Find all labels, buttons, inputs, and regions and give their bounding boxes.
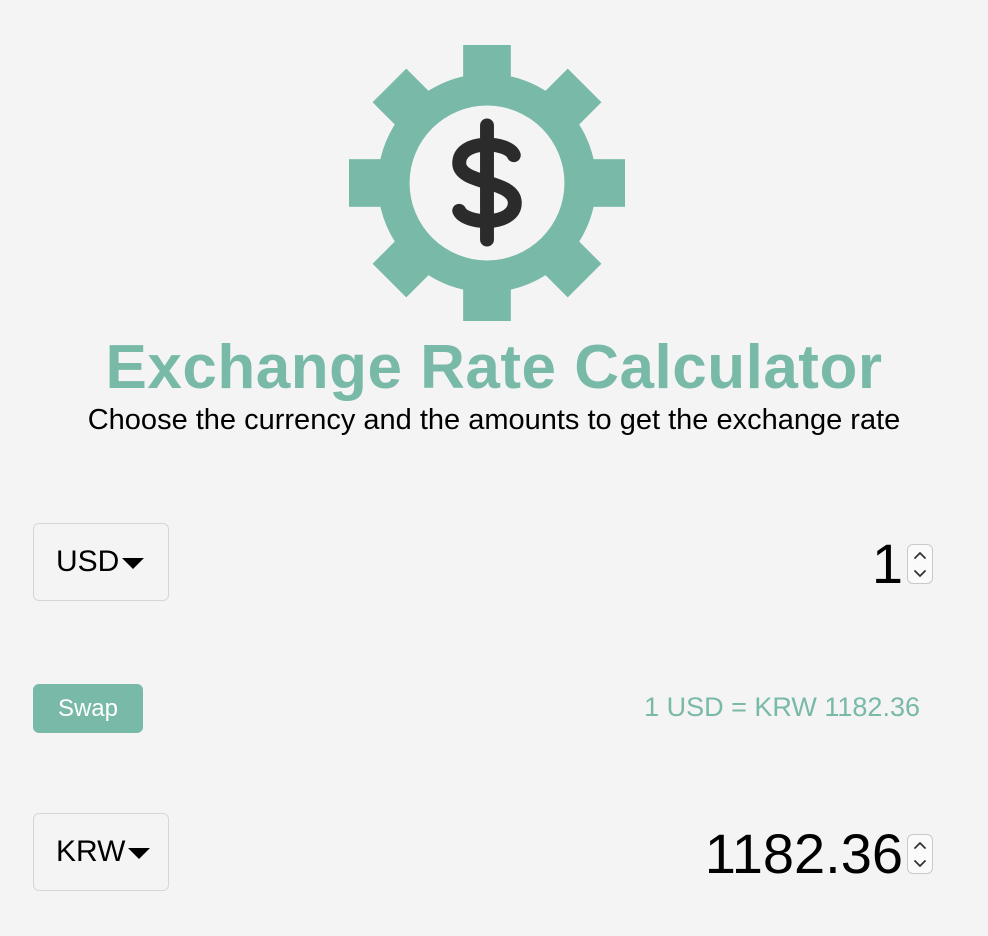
caret-down-icon — [128, 847, 151, 859]
page-title: Exchange Rate Calculator — [105, 333, 883, 402]
amount-two-stepper[interactable] — [907, 834, 933, 874]
exchange-rate-app: Exchange Rate Calculator Choose the curr… — [0, 0, 988, 936]
amount-one-stepper[interactable] — [907, 544, 933, 584]
gear-dollar-icon — [348, 44, 626, 322]
amount-two-input[interactable]: 1182.36 — [705, 826, 933, 882]
currency-one-select[interactable]: USD — [33, 523, 169, 601]
amount-two-value[interactable]: 1182.36 — [705, 826, 903, 882]
chevron-down-icon[interactable] — [912, 858, 928, 870]
chevron-down-icon[interactable] — [912, 568, 928, 580]
chevron-up-icon[interactable] — [912, 839, 928, 851]
currency-two-value: KRW — [56, 835, 126, 868]
chevron-up-icon[interactable] — [912, 549, 928, 561]
currency-one-value: USD — [56, 545, 120, 578]
amount-one-value[interactable]: 1 — [872, 536, 903, 592]
rate-text: 1 USD = KRW 1182.36 — [644, 692, 920, 722]
amount-one-input[interactable]: 1 — [872, 536, 933, 592]
currency-two-select[interactable]: KRW — [33, 813, 169, 891]
page-subtitle: Choose the currency and the amounts to g… — [87, 404, 901, 436]
caret-down-icon — [122, 557, 145, 569]
swap-button[interactable]: Swap — [33, 684, 143, 733]
